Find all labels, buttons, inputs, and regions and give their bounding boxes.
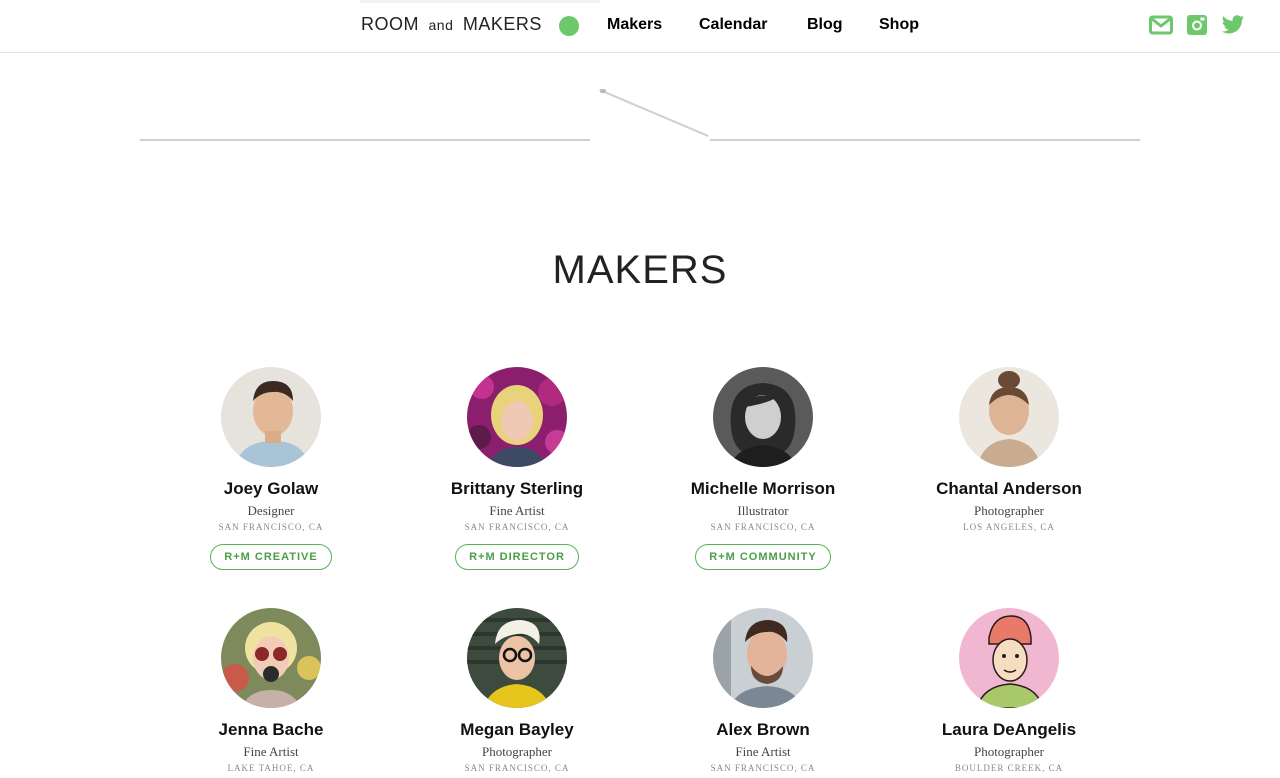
brand-word-makers: MAKERS (462, 14, 542, 34)
maker-name[interactable]: Jenna Bache (148, 720, 394, 740)
brand-logo[interactable]: ROOM and MAKERS (361, 14, 542, 35)
top-navigation-bar: ROOM and MAKERS Makers Calendar Blog Sho… (0, 0, 1280, 53)
maker-location: SAN FRANCISCO, CA (710, 763, 816, 773)
mail-icon[interactable] (1149, 14, 1173, 36)
maker-role: Designer (247, 503, 295, 518)
maker-role: Fine Artist (243, 744, 299, 759)
avatar[interactable] (467, 367, 567, 467)
maker-name[interactable]: Michelle Morrison (640, 479, 886, 499)
divider-slash-cap (600, 89, 606, 93)
maker-card: Brittany Sterling Fine Artist SAN FRANCI… (394, 367, 640, 570)
page-title: MAKERS (552, 248, 728, 292)
divider-slash (599, 89, 709, 137)
maker-name[interactable]: Laura DeAngelis (886, 720, 1132, 740)
maker-card: Chantal Anderson Photographer LOS ANGELE… (886, 367, 1132, 532)
maker-name[interactable]: Alex Brown (640, 720, 886, 740)
maker-tag-button[interactable]: R+M COMMUNITY (695, 544, 831, 570)
nav-blog[interactable]: Blog (807, 16, 843, 34)
maker-card: Jenna Bache Fine Artist LAKE TAHOE, CA (148, 608, 394, 773)
avatar[interactable] (959, 367, 1059, 467)
avatar[interactable] (959, 608, 1059, 708)
maker-card: Alex Brown Fine Artist SAN FRANCISCO, CA (640, 608, 886, 773)
maker-name[interactable]: Chantal Anderson (886, 479, 1132, 499)
brand-word-room: ROOM (361, 14, 419, 34)
maker-name[interactable]: Brittany Sterling (394, 479, 640, 499)
nav-calendar[interactable]: Calendar (699, 16, 767, 34)
maker-card: Joey Golaw Designer SAN FRANCISCO, CA R+… (148, 367, 394, 570)
maker-role: Photographer (973, 744, 1045, 759)
maker-card: Laura DeAngelis Photographer BOULDER CRE… (886, 608, 1132, 773)
maker-name[interactable]: Joey Golaw (148, 479, 394, 499)
maker-card: Megan Bayley Photographer SAN FRANCISCO,… (394, 608, 640, 773)
avatar[interactable] (467, 608, 567, 708)
maker-tag-button[interactable]: R+M CREATIVE (210, 544, 332, 570)
nav-shop[interactable]: Shop (879, 16, 919, 34)
maker-tag-button[interactable]: R+M DIRECTOR (455, 544, 579, 570)
maker-location: LOS ANGELES, CA (963, 522, 1055, 532)
brand-word-and: and (428, 17, 454, 33)
maker-location: BOULDER CREEK, CA (954, 763, 1064, 773)
instagram-icon[interactable] (1185, 14, 1209, 36)
maker-role: Fine Artist (489, 503, 545, 518)
brand-dot-icon (559, 16, 579, 36)
maker-name[interactable]: Megan Bayley (394, 720, 640, 740)
divider-left (140, 139, 590, 141)
maker-location: SAN FRANCISCO, CA (710, 522, 816, 532)
twitter-icon[interactable] (1221, 14, 1245, 36)
avatar[interactable] (221, 367, 321, 467)
avatar[interactable] (713, 608, 813, 708)
maker-role: Photographer (973, 503, 1045, 518)
maker-location: LAKE TAHOE, CA (227, 763, 315, 773)
maker-role: Fine Artist (735, 744, 791, 759)
maker-card: Michelle Morrison Illustrator SAN FRANCI… (640, 367, 886, 570)
maker-location: SAN FRANCISCO, CA (464, 763, 570, 773)
avatar[interactable] (221, 608, 321, 708)
maker-role: Photographer (481, 744, 553, 759)
maker-role: Illustrator (737, 503, 789, 518)
nav-makers[interactable]: Makers (607, 16, 662, 34)
header-accent-line (360, 0, 600, 3)
maker-location: SAN FRANCISCO, CA (464, 522, 570, 532)
divider-right (710, 139, 1140, 141)
maker-location: SAN FRANCISCO, CA (218, 522, 324, 532)
avatar[interactable] (713, 367, 813, 467)
